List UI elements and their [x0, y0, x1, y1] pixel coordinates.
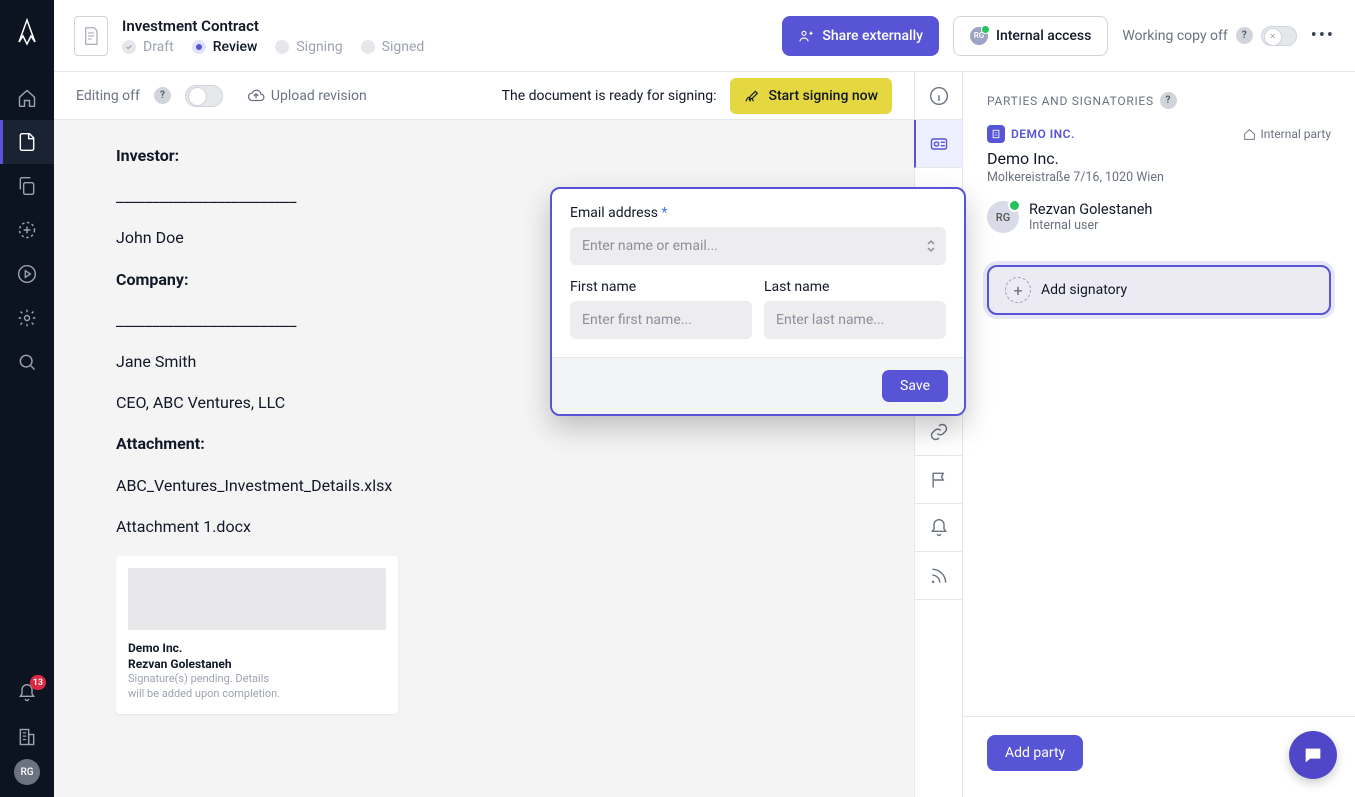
- tab-info-icon[interactable]: [915, 72, 963, 120]
- share-icon: [798, 28, 814, 44]
- document-title: Investment Contract: [122, 17, 424, 35]
- nav-notifications-icon[interactable]: 13: [0, 671, 54, 715]
- app-logo-icon: [15, 18, 39, 46]
- status-review[interactable]: Review: [192, 39, 258, 55]
- party-name: Demo Inc.: [987, 149, 1331, 168]
- tab-feed-icon[interactable]: [915, 552, 963, 600]
- share-externally-button[interactable]: Share externally: [782, 16, 939, 56]
- nav-copy-icon[interactable]: [0, 164, 54, 208]
- internal-access-avatar: RG: [970, 27, 988, 45]
- nav-documents-icon[interactable]: [0, 120, 54, 164]
- signatory-row[interactable]: RG Rezvan Golestaneh Internal user: [987, 201, 1331, 233]
- signature-card: Demo Inc. Rezvan Golestaneh Signature(s)…: [116, 556, 398, 714]
- status-signed[interactable]: Signed: [361, 39, 425, 55]
- party-address: Molkereistraße 7/16, 1020 Wien: [987, 170, 1331, 185]
- chat-icon: [1302, 744, 1324, 766]
- email-label: Email address *: [570, 205, 946, 221]
- internal-access-button[interactable]: RG Internal access: [953, 16, 1108, 56]
- help-icon[interactable]: ?: [1236, 27, 1253, 44]
- notification-count-badge: 13: [30, 675, 46, 690]
- document-toolbar: Editing off ? Upload revision The docume…: [54, 72, 914, 120]
- nav-home-icon[interactable]: [0, 76, 54, 120]
- save-button[interactable]: Save: [882, 370, 948, 402]
- last-name-input[interactable]: [764, 301, 946, 339]
- building-icon: [987, 125, 1005, 143]
- tab-flag-icon[interactable]: [915, 456, 963, 504]
- home-icon: [1243, 128, 1256, 141]
- chevron-updown-icon[interactable]: [926, 239, 936, 253]
- document-type-icon: [74, 16, 108, 56]
- nav-search-icon[interactable]: [0, 340, 54, 384]
- right-sidebar-tabs: [914, 72, 962, 797]
- working-copy-toggle[interactable]: [1261, 26, 1297, 46]
- signatory-name: Rezvan Golestaneh: [1029, 201, 1152, 218]
- help-icon[interactable]: ?: [1160, 92, 1177, 109]
- doc-attachment-file: ABC_Ventures_Investment_Details.xlsx: [116, 474, 852, 497]
- status-dot-icon: [275, 40, 289, 54]
- signature-status: will be added upon completion.: [128, 687, 386, 702]
- status-signing[interactable]: Signing: [275, 39, 342, 55]
- chat-launcher-button[interactable]: [1289, 731, 1337, 779]
- signature-icon: [744, 88, 760, 104]
- nav-settings-icon[interactable]: [0, 296, 54, 340]
- panel-title: PARTIES AND SIGNATORIES: [987, 94, 1154, 108]
- add-party-button[interactable]: Add party: [987, 735, 1083, 771]
- parties-panel: PARTIES AND SIGNATORIES ? DEMO INC. Inte…: [962, 72, 1355, 797]
- status-dot-icon: [361, 40, 375, 54]
- status-draft[interactable]: Draft: [122, 39, 174, 55]
- party-block: DEMO INC. Internal party Demo Inc. Molke…: [963, 121, 1355, 249]
- lock-icon: [192, 90, 203, 101]
- nav-org-icon[interactable]: [0, 715, 54, 759]
- nav-play-icon[interactable]: [0, 252, 54, 296]
- tab-bell-icon[interactable]: [915, 504, 963, 552]
- party-tag[interactable]: DEMO INC.: [987, 125, 1075, 143]
- signatory-avatar: RG: [987, 201, 1019, 233]
- add-signatory-modal: Email address * First name Last name Sav…: [550, 187, 966, 416]
- plus-icon: +: [1005, 277, 1031, 303]
- start-signing-button[interactable]: Start signing now: [730, 78, 892, 114]
- nav-add-icon[interactable]: [0, 208, 54, 252]
- last-name-label: Last name: [764, 279, 946, 295]
- editing-toggle[interactable]: [185, 85, 223, 107]
- upload-revision-button[interactable]: Upload revision: [247, 87, 367, 105]
- working-copy-toggle-group: Working copy off ?: [1122, 26, 1296, 46]
- signature-person: Rezvan Golestaneh: [128, 656, 386, 672]
- left-nav-rail: 13 RG: [0, 0, 54, 797]
- add-signatory-button[interactable]: + Add signatory: [987, 265, 1331, 315]
- user-avatar[interactable]: RG: [14, 759, 40, 785]
- signatory-role: Internal user: [1029, 218, 1152, 233]
- first-name-input[interactable]: [570, 301, 752, 339]
- editing-label: Editing off: [76, 88, 140, 104]
- help-icon[interactable]: ?: [154, 87, 171, 104]
- working-copy-label: Working copy off: [1122, 28, 1227, 44]
- doc-attachment-file: Attachment 1.docx: [116, 515, 852, 538]
- internal-party-label: Internal party: [1243, 127, 1331, 141]
- status-dot-icon: [192, 40, 206, 54]
- signature-status: Signature(s) pending. Details: [128, 672, 386, 687]
- more-menu-button[interactable]: •••: [1311, 25, 1335, 46]
- signature-company: Demo Inc.: [128, 640, 386, 656]
- email-input[interactable]: [570, 227, 946, 265]
- first-name-label: First name: [570, 279, 752, 295]
- doc-attachment-label: Attachment:: [116, 432, 852, 455]
- signing-ready-text: The document is ready for signing:: [502, 88, 717, 104]
- upload-cloud-icon: [247, 87, 265, 105]
- document-header: Investment Contract Draft Review Signing…: [54, 0, 1355, 72]
- tab-parties-icon[interactable]: [914, 120, 962, 168]
- status-dot-icon: [122, 40, 136, 54]
- signature-pad[interactable]: [128, 568, 386, 630]
- doc-investor-label: Investor:: [116, 144, 852, 167]
